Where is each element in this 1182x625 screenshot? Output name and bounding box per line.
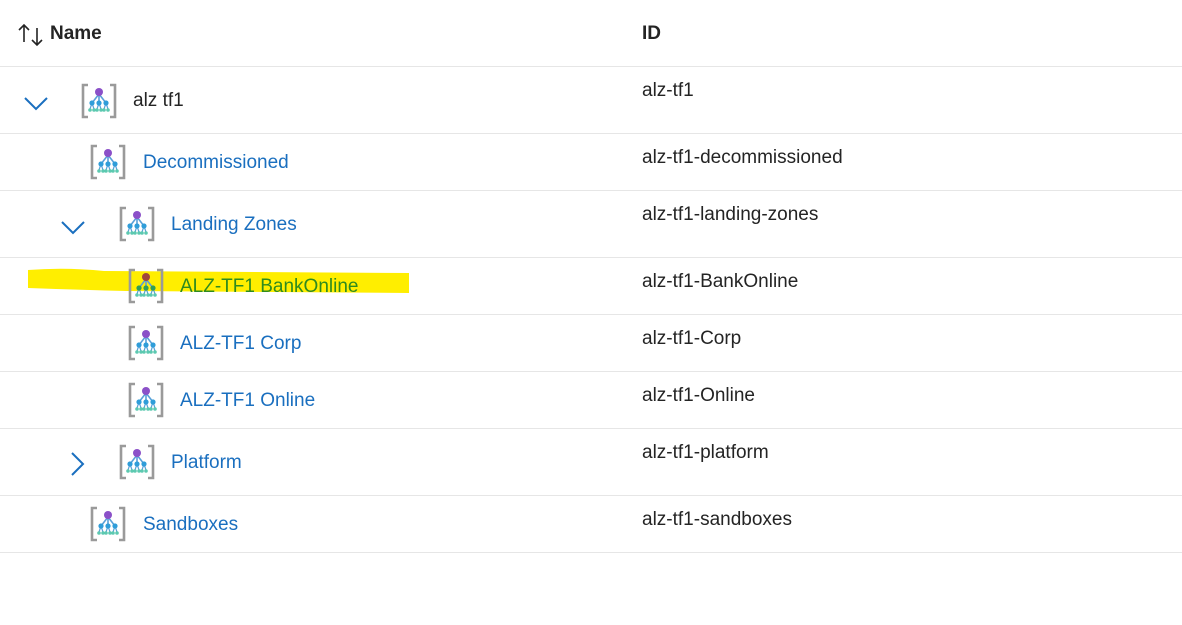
table-row: Landing Zones alz-tf1-landing-zones — [0, 191, 1182, 258]
row-name-link[interactable]: Sandboxes — [143, 514, 238, 536]
management-group-icon — [128, 268, 164, 304]
table-row: ALZ-TF1 Corp alz-tf1-Corp — [0, 315, 1182, 372]
management-group-icon — [128, 325, 164, 361]
sort-arrows-icon[interactable] — [17, 22, 45, 48]
row-id: alz-tf1-Corp — [642, 328, 742, 349]
management-group-icon — [119, 444, 155, 480]
table-row: ALZ-TF1 BankOnline alz-tf1-BankOnline — [0, 258, 1182, 315]
table-row: Decommissioned alz-tf1-decommissioned — [0, 134, 1182, 191]
row-id: alz-tf1 — [642, 80, 694, 101]
chevron-down-icon[interactable] — [22, 89, 50, 117]
row-id: alz-tf1-landing-zones — [642, 204, 819, 225]
table-row: ALZ-TF1 Online alz-tf1-Online — [0, 372, 1182, 429]
management-group-icon — [90, 144, 126, 180]
row-name-link[interactable]: ALZ-TF1 Online — [180, 390, 315, 412]
management-group-icon — [81, 83, 117, 119]
row-name-link[interactable]: ALZ-TF1 Corp — [180, 333, 301, 355]
management-group-icon — [128, 382, 164, 418]
row-name-link[interactable]: Platform — [171, 452, 242, 474]
row-id: alz-tf1-Online — [642, 385, 755, 406]
row-id: alz-tf1-sandboxes — [642, 509, 792, 530]
table-row: Platform alz-tf1-platform — [0, 429, 1182, 496]
management-group-icon — [119, 206, 155, 242]
table-header: Name ID — [0, 0, 1182, 67]
row-name-link[interactable]: ALZ-TF1 BankOnline — [180, 276, 358, 298]
row-id: alz-tf1-BankOnline — [642, 271, 799, 292]
management-group-icon — [90, 506, 126, 542]
table-row: Sandboxes alz-tf1-sandboxes — [0, 496, 1182, 553]
chevron-right-icon[interactable] — [63, 450, 91, 478]
row-id: alz-tf1-decommissioned — [642, 147, 843, 168]
row-name: alz tf1 — [133, 90, 184, 111]
column-header-name[interactable]: Name — [50, 23, 102, 45]
column-header-id[interactable]: ID — [642, 23, 661, 45]
row-id: alz-tf1-platform — [642, 442, 769, 463]
chevron-down-icon[interactable] — [59, 213, 87, 241]
row-name-link[interactable]: Landing Zones — [171, 214, 297, 236]
management-groups-table: Name ID alz tf1 alz-tf1 Decommissioned a… — [0, 0, 1182, 553]
table-row: alz tf1 alz-tf1 — [0, 67, 1182, 134]
row-name-link[interactable]: Decommissioned — [143, 152, 289, 174]
